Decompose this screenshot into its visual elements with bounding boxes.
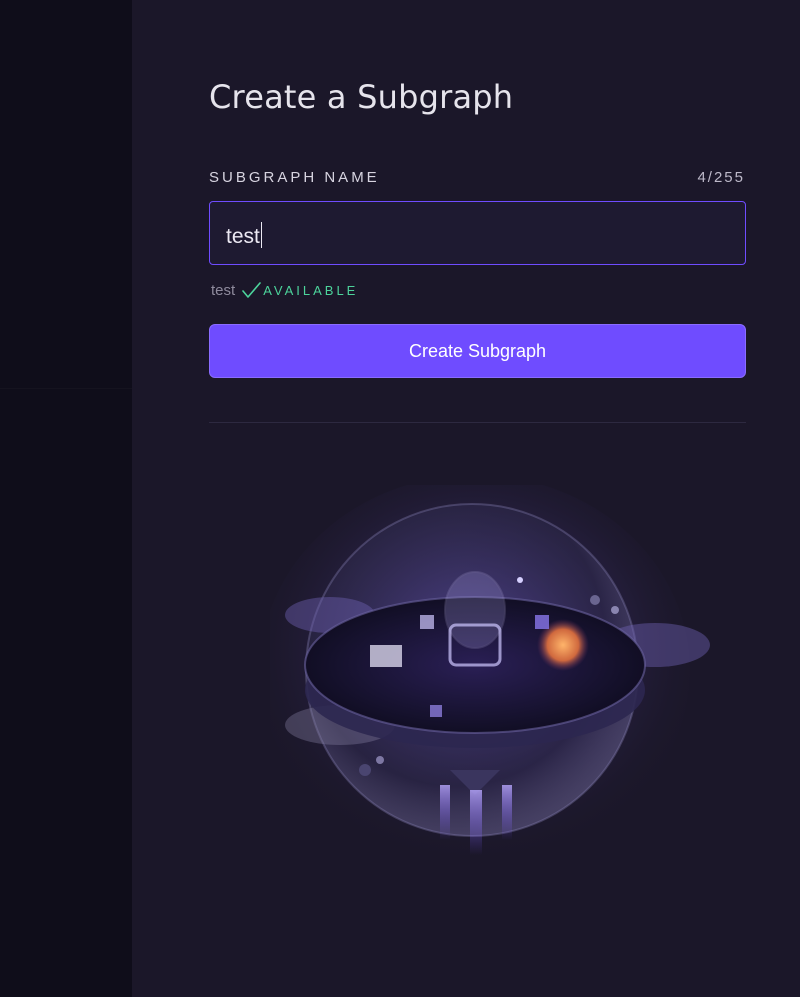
availability-status: test AVAILABLE bbox=[211, 281, 358, 299]
availability-name: test bbox=[211, 281, 236, 299]
section-divider bbox=[209, 422, 746, 423]
sidebar bbox=[0, 0, 132, 997]
create-subgraph-button[interactable]: Create Subgraph bbox=[209, 324, 746, 378]
subgraph-name-label: SUBGRAPH NAME bbox=[209, 169, 380, 186]
floating-island-illustration bbox=[270, 485, 710, 865]
character-counter: 4/255 bbox=[697, 169, 745, 186]
subgraph-name-input[interactable]: test bbox=[209, 201, 746, 265]
sidebar-divider bbox=[0, 388, 132, 389]
subgraph-name-value[interactable]: test bbox=[226, 222, 262, 249]
check-icon bbox=[242, 282, 261, 298]
page-title: Create a Subgraph bbox=[209, 78, 514, 116]
subgraph-name-text: test bbox=[226, 225, 260, 248]
text-caret bbox=[260, 222, 262, 248]
availability-badge: AVAILABLE bbox=[263, 282, 359, 298]
